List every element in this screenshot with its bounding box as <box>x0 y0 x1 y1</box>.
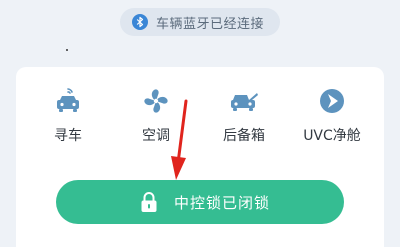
central-lock-button[interactable]: 中控锁已闭锁 <box>56 180 344 224</box>
feature-find-car[interactable]: 寻车 <box>28 86 108 145</box>
car-trunk-icon <box>204 86 284 116</box>
feature-label: UVC净舱 <box>303 128 361 144</box>
bluetooth-icon <box>132 14 148 30</box>
bluetooth-status-pill: 车辆蓝牙已经连接 <box>120 8 280 36</box>
speck <box>66 49 68 51</box>
feature-label: 空调 <box>142 128 170 144</box>
bluetooth-status-text: 车辆蓝牙已经连接 <box>156 16 265 32</box>
feature-label: 后备箱 <box>223 128 265 144</box>
feature-label: 寻车 <box>54 128 82 144</box>
feature-air-conditioning[interactable]: 空调 <box>116 86 196 145</box>
central-lock-label: 中控锁已闭锁 <box>174 193 271 212</box>
lock-icon <box>140 191 158 213</box>
fan-icon <box>116 86 196 116</box>
uvc-icon <box>292 86 372 116</box>
car-icon <box>28 86 108 116</box>
feature-trunk[interactable]: 后备箱 <box>204 86 284 145</box>
feature-uvc-cabin[interactable]: UVC净舱 <box>292 86 372 145</box>
